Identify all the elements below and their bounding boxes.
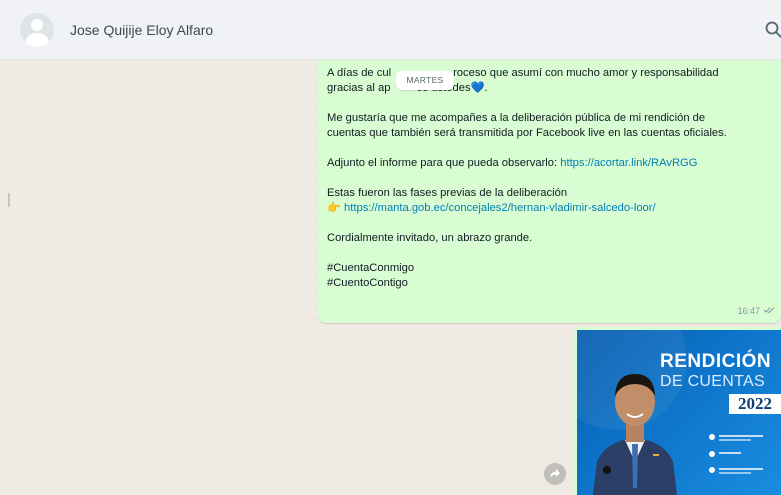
message-time: 16:47 — [737, 306, 760, 316]
report-link[interactable]: https://acortar.link/RAvRGG — [560, 157, 697, 169]
outgoing-message-bubble[interactable]: A días de cul roceso que asumí con mucho … — [318, 60, 781, 323]
contact-avatar[interactable] — [20, 13, 54, 47]
chat-header: Jose Quijije Eloy Alfaro — [0, 0, 781, 60]
default-avatar-icon — [31, 19, 43, 31]
chat-pane[interactable]: A días de cul roceso que asumí con mucho … — [0, 60, 781, 495]
poster-title: RENDICIÓN — [660, 351, 772, 372]
pointing-hand-icon: 👉 — [327, 202, 341, 214]
day-separator: MARTES — [396, 71, 454, 90]
message-paragraph: #CuentaConmigo #CuentoContigo — [327, 261, 773, 291]
poster-subtitle: DE CUENTAS — [660, 373, 765, 390]
manta-gob-link[interactable]: https://manta.gob.ec/concejales2/hernan-… — [344, 202, 656, 214]
rendicion-poster-image[interactable]: RENDICIÓN DE CUENTAS 2022 — [577, 330, 781, 495]
hashtag: #CuentaConmigo — [327, 262, 415, 274]
contact-name[interactable]: Jose Quijije Eloy Alfaro — [70, 22, 213, 38]
poster-year: 2022 — [729, 394, 781, 414]
search-icon[interactable] — [764, 20, 781, 40]
clock-icon — [709, 451, 779, 459]
forward-button[interactable] — [544, 463, 566, 485]
message-paragraph: A días de cul roceso que asumí con mucho … — [327, 67, 719, 94]
hashtag: #CuentoContigo — [327, 277, 408, 289]
message-paragraph: Estas fueron las fases previas de la del… — [327, 187, 656, 214]
image-message[interactable]: RENDICIÓN DE CUENTAS 2022 — [574, 327, 781, 495]
message-paragraph: Cordialmente invitado, un abrazo grande. — [327, 232, 533, 244]
message-meta: 16:47 — [737, 304, 775, 319]
message-paragraph: Me gustaría que me acompañes a la delibe… — [327, 112, 727, 139]
calendar-icon — [709, 467, 779, 475]
location-icon — [709, 434, 779, 442]
forward-icon — [550, 469, 560, 478]
blue-heart-icon: 💙 — [470, 82, 485, 94]
double-check-icon — [763, 307, 775, 314]
pane-divider — [8, 193, 10, 207]
message-paragraph: Adjunto el informe para que pueda observ… — [327, 157, 698, 169]
